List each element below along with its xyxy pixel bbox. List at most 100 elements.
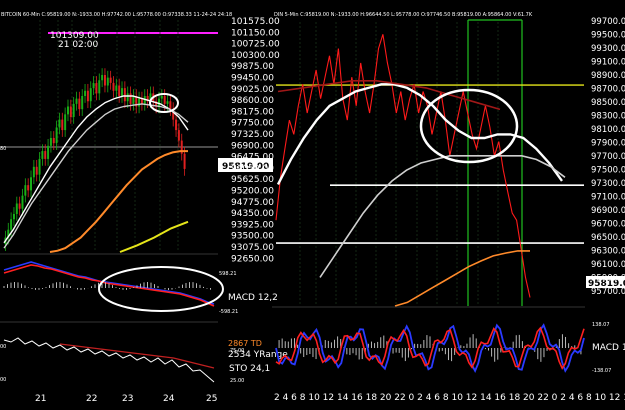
- left-price-panel[interactable]: BITCOIN 60-Min C:95819.00 N:-1933.00 H:9…: [0, 0, 232, 253]
- candle-body: [24, 185, 27, 196]
- left-macd-annotation-ellipse: [98, 266, 224, 312]
- right-axis-tick: 98900.00: [591, 71, 625, 81]
- candle-body: [160, 96, 163, 99]
- candle-body: [92, 82, 95, 89]
- candle-body: [169, 101, 172, 110]
- center-axis-tick: 96900.00: [231, 141, 274, 151]
- candle-body: [18, 203, 21, 209]
- center-axis-tick: 101575.00: [231, 17, 280, 27]
- center-axis-tick: 94775.00: [231, 198, 274, 208]
- candle-body: [64, 114, 67, 131]
- center-axis-tick: 101150.00: [231, 28, 280, 38]
- left-x-tick-25: 25: [206, 394, 217, 404]
- left-sto-panel[interactable]: 00 00 2867 TD 2534 YRange STO 24,1 75.00…: [0, 321, 288, 384]
- right-axis-tick: 97900.00: [591, 139, 625, 149]
- right-x-ticks: 2 4 6 8 10 12 14 16 18 20 22 0 2 4 6 8 1…: [274, 393, 625, 403]
- candle-body: [175, 119, 178, 131]
- sto-tick-bottom: 25.00: [230, 378, 244, 384]
- right-axis-tick: 98100.00: [591, 125, 625, 135]
- right-series-line: [319, 155, 566, 278]
- candle-body: [118, 85, 121, 96]
- right-price-axis: 95819.00 99700.0099500.0099300.0099100.0…: [586, 17, 625, 297]
- right-series-line: [394, 250, 530, 307]
- center-axis-tick: 93500.00: [231, 232, 274, 242]
- candle-body: [66, 106, 69, 115]
- right-macd-lines: [275, 323, 585, 373]
- right-series-line: [275, 34, 531, 298]
- candle-body: [123, 88, 126, 102]
- right-axis-tick: 96700.00: [591, 220, 625, 230]
- candle-body: [49, 137, 52, 146]
- center-axis-tick: 95625.00: [231, 175, 274, 185]
- chart-workspace: BITCOIN 60-Min C:95819.00 N:-1933.00 H:9…: [0, 0, 625, 406]
- chart-canvas: BITCOIN 60-Min C:95819.00 N:-1933.00 H:9…: [0, 0, 625, 404]
- left-sto-left-tick-bottom: 00: [0, 377, 6, 383]
- candle-body: [78, 98, 81, 110]
- right-axis-tick: 98500.00: [591, 98, 625, 108]
- right-macd-tick-bottom: -138.07: [592, 368, 611, 374]
- candle-body: [86, 90, 89, 102]
- candle-body: [10, 219, 13, 230]
- center-axis-tick: 92650.00: [231, 254, 274, 264]
- td-label: 2867 TD: [228, 339, 262, 348]
- candle-body: [177, 130, 180, 141]
- right-axis-tick: 99100.00: [591, 58, 625, 68]
- right-axis-tick: 96900.00: [591, 206, 625, 216]
- candle-body: [58, 119, 61, 128]
- center-axis-tick: 99450.00: [231, 74, 274, 84]
- right-axis-tick: 96500.00: [591, 233, 625, 243]
- center-axis-tick: 100300.00: [231, 51, 280, 61]
- candle-body: [69, 106, 72, 117]
- candle-body: [121, 88, 124, 96]
- magenta-time-label: 21 02:00: [58, 40, 99, 50]
- center-axis-tick: 97750.00: [231, 119, 274, 129]
- center-price-axis: 95819.00 101575.00101150.00100725.001003…: [218, 17, 280, 264]
- right-axis-tick: 95900.00: [591, 274, 625, 284]
- right-axis-tick: 96100.00: [591, 260, 625, 270]
- right-x-axis: 2 4 6 8 10 12 14 16 18 20 22 0 2 4 6 8 1…: [274, 393, 625, 403]
- right-macd-panel[interactable]: 138.07 -138.07 MACD 12,: [272, 306, 625, 374]
- candle-body: [126, 93, 129, 102]
- candle-body: [101, 75, 104, 81]
- right-axis-tick: 99300.00: [591, 44, 625, 54]
- right-axis-tick: 99700.00: [591, 17, 625, 27]
- left-sto-red: [59, 343, 215, 369]
- candle-body: [52, 137, 55, 144]
- left-macd-label: MACD 12,2: [228, 293, 278, 303]
- right-series-line: [276, 83, 563, 185]
- candle-body: [166, 101, 169, 104]
- candle-body: [61, 119, 64, 131]
- right-axis-tick: 97500.00: [591, 166, 625, 176]
- candle-body: [115, 85, 118, 91]
- candle-body: [44, 151, 47, 159]
- candle-body: [30, 177, 33, 191]
- right-axis-tick: 96300.00: [591, 247, 625, 257]
- left-sto-lines: [3, 337, 215, 383]
- candle-body: [103, 75, 106, 86]
- candle-body: [106, 77, 109, 86]
- candle-body: [35, 166, 38, 175]
- right-axis-tick: 97700.00: [591, 152, 625, 162]
- candle-body: [129, 93, 132, 104]
- center-axis-tick: 99875.00: [231, 62, 274, 72]
- right-axis-tick: 98300.00: [591, 112, 625, 122]
- left-macd-tick-bottom: -598.21: [219, 309, 238, 315]
- right-horizontal-levels: [276, 84, 584, 244]
- right-axis-tick: 99500.00: [591, 31, 625, 41]
- left-x-tick-24: 24: [163, 394, 175, 404]
- center-axis-tick: 93075.00: [231, 243, 274, 253]
- candle-body: [132, 96, 135, 104]
- right-price-panel[interactable]: DIN 5-Min C:95819.00 N:-1933.00 H:96644.…: [274, 12, 584, 307]
- candle-body: [72, 103, 75, 117]
- candle-body: [112, 82, 115, 91]
- center-axis-tick: 97325.00: [231, 130, 274, 140]
- left-sto-left-tick-top: 00: [0, 344, 6, 350]
- candle-body: [15, 203, 18, 214]
- left-macd-tick-top: 598.21: [219, 271, 237, 277]
- candle-body: [75, 98, 78, 104]
- candle-body: [47, 145, 50, 159]
- candle-body: [109, 77, 112, 83]
- candle-body: [84, 90, 87, 96]
- center-axis-tick: 95200.00: [231, 187, 274, 197]
- center-axis-tick: 100725.00: [231, 40, 280, 50]
